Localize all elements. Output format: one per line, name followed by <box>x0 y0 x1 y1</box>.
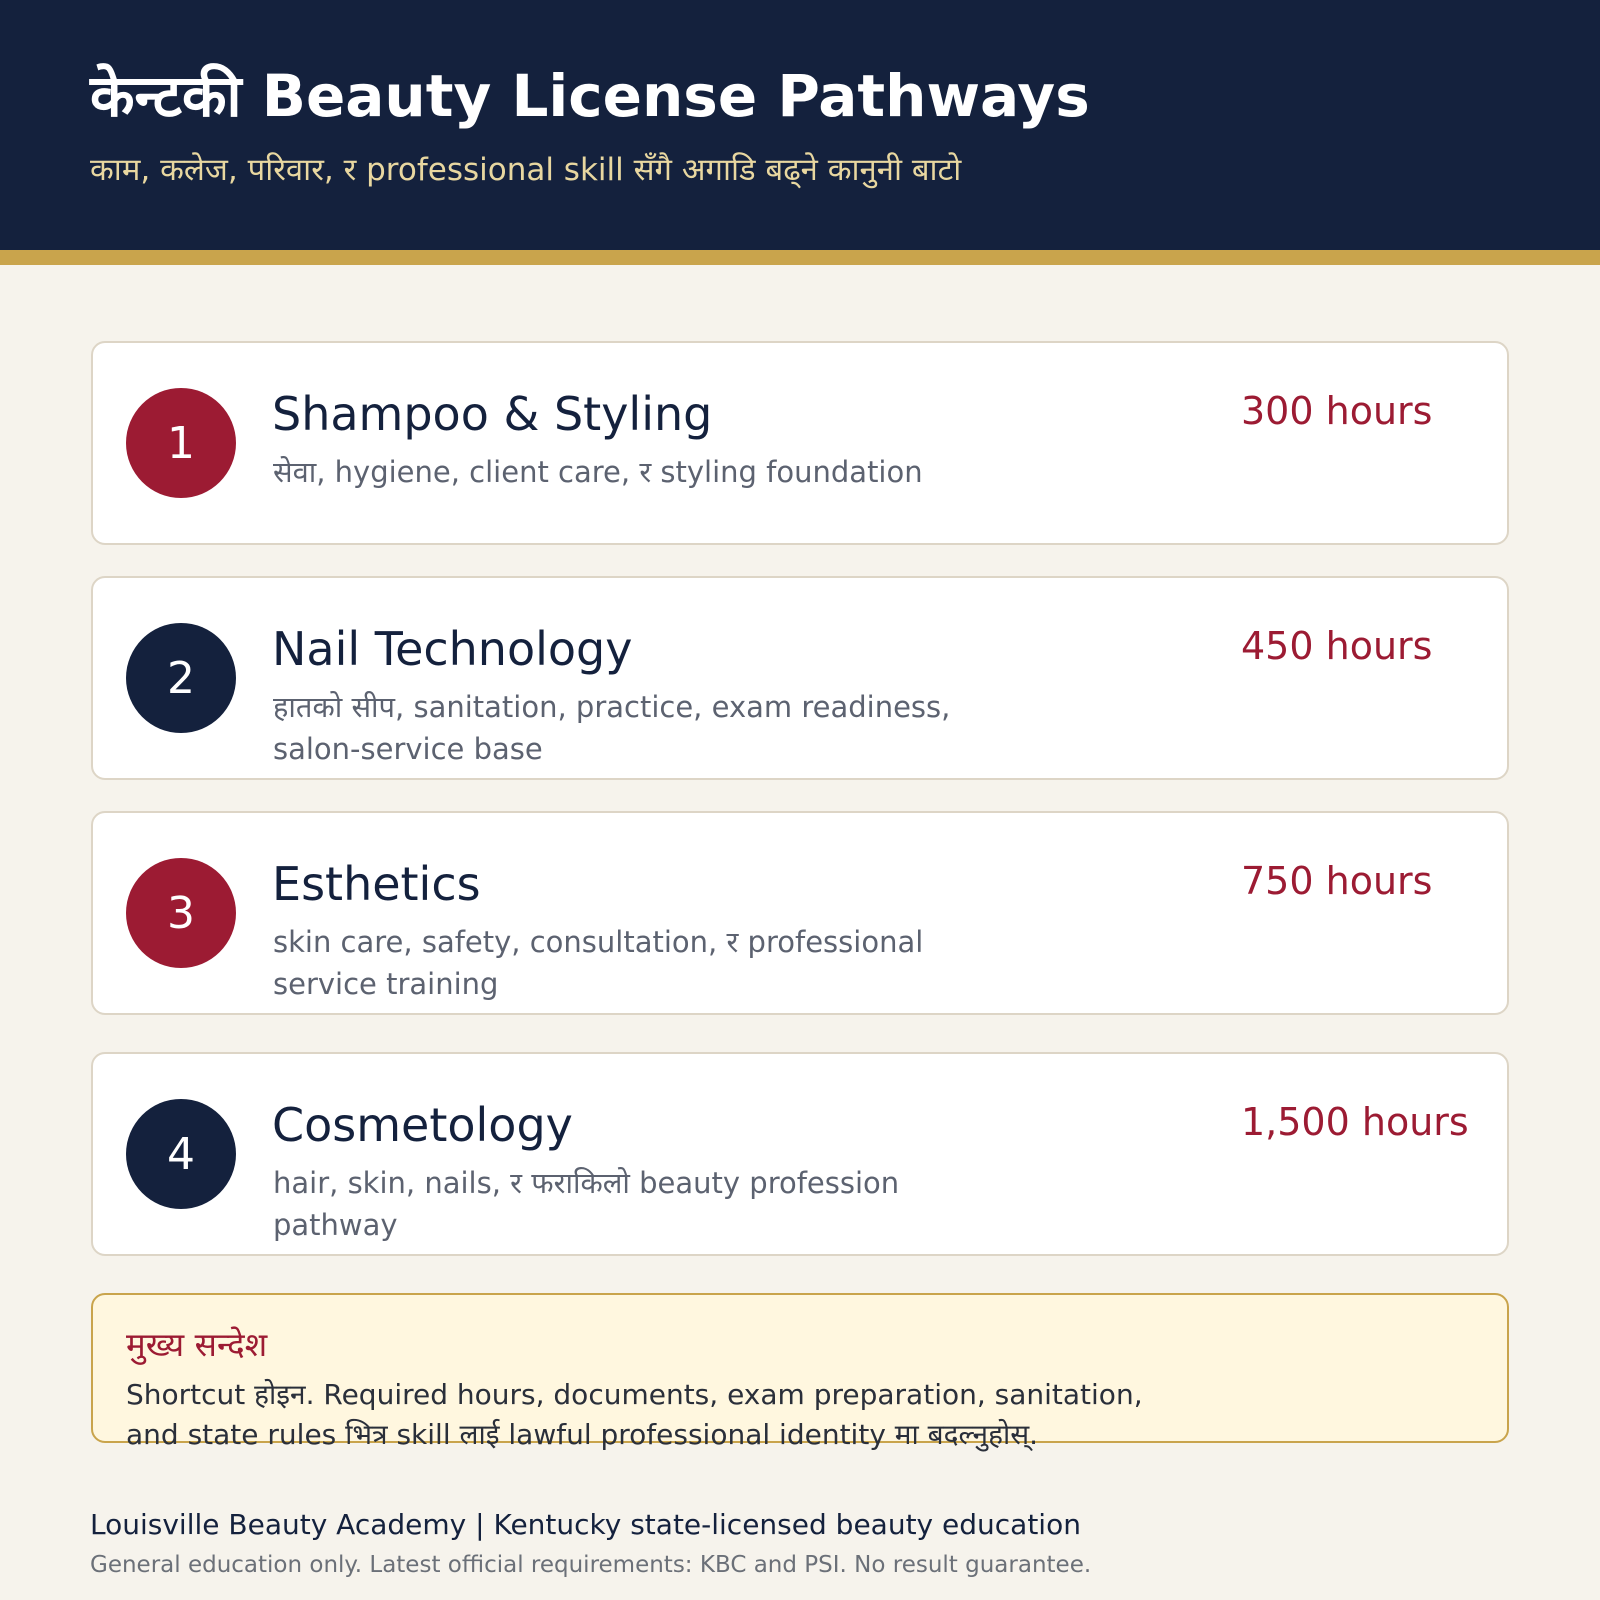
pathway-description: skin care, safety, consultation, र profe… <box>273 925 924 1002</box>
pathway-description: हातको सीप, sanitation, practice, exam re… <box>273 690 951 767</box>
pathway-card-nail-technology: 2 Nail Technology हातको सीप, sanitation,… <box>91 576 1509 780</box>
pathway-description: hair, skin, nails, र फराकिलो beauty prof… <box>273 1166 900 1243</box>
header-gold-stripe <box>0 250 1600 265</box>
pathway-hours: 750 hours <box>1241 859 1433 903</box>
step-number-badge: 4 <box>126 1099 236 1209</box>
pathway-hours: 300 hours <box>1241 389 1433 433</box>
pathway-hours: 450 hours <box>1241 624 1433 668</box>
key-message-box: मुख्य सन्देश Shortcut होइन. Required hou… <box>91 1293 1509 1451</box>
step-number-badge: 2 <box>126 623 236 733</box>
page-title: केन्टकी Beauty License Pathways <box>90 62 1090 130</box>
pathway-card-cosmetology: 4 Cosmetology hair, skin, nails, र फराकि… <box>91 1052 1509 1256</box>
pathway-card-shampoo-styling: 1 Shampoo & Styling सेवा, hygiene, clien… <box>91 341 1509 545</box>
step-number-badge: 1 <box>126 388 236 498</box>
pathway-title: Esthetics <box>272 857 481 911</box>
pathway-hours: 1,500 hours <box>1241 1100 1469 1144</box>
step-number-badge: 3 <box>126 858 236 968</box>
footer-disclaimer: General education only. Latest official … <box>90 1552 1092 1578</box>
pathway-title: Shampoo & Styling <box>272 387 713 441</box>
pathway-title: Nail Technology <box>272 622 633 676</box>
footer-academy-line: Louisville Beauty Academy | Kentucky sta… <box>90 1508 1081 1541</box>
pathway-card-esthetics: 3 Esthetics skin care, safety, consultat… <box>91 811 1509 1015</box>
key-message-heading: मुख्य सन्देश <box>126 1325 268 1364</box>
pathway-description: सेवा, hygiene, client care, र styling fo… <box>273 455 923 489</box>
pathway-title: Cosmetology <box>272 1098 573 1152</box>
key-message-body: Shortcut होइन. Required hours, documents… <box>126 1378 1143 1451</box>
page-subtitle: काम, कलेज, परिवार, र professional skill … <box>90 152 962 188</box>
